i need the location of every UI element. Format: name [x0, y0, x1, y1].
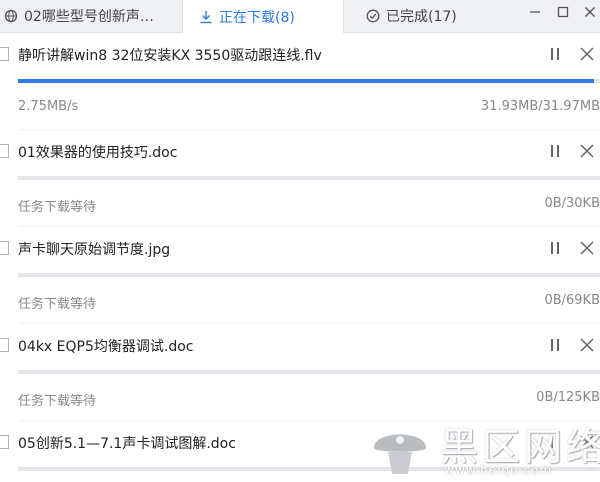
close-icon[interactable] — [578, 336, 596, 354]
minimize-button[interactable] — [522, 0, 548, 24]
progress-bar — [18, 79, 600, 83]
watermark-url: www.heiqu.com — [444, 463, 553, 477]
close-icon[interactable] — [578, 142, 596, 160]
file-icon — [0, 435, 9, 449]
file-name: 04kx EQP5均衡器调试.doc — [18, 339, 194, 355]
close-icon — [585, 7, 595, 17]
progress-bar — [18, 273, 600, 277]
file-icon — [0, 338, 9, 352]
progress-bar — [18, 176, 600, 180]
download-size: 0B/125KB — [536, 390, 600, 405]
download-status: 任务下载等待 — [18, 200, 97, 215]
download-status: 任务下载等待 — [18, 394, 97, 409]
file-name: 声卡聊天原始调节度.jpg — [18, 242, 171, 258]
tab-file-info[interactable]: 02哪些型号创新声… — [0, 0, 183, 32]
download-size: 0B/30KB — [544, 196, 600, 211]
file-name: 01效果器的使用技巧.doc — [18, 145, 178, 161]
pause-button[interactable] — [548, 46, 562, 62]
watermark: 黑区网络 www.heiqu.com — [368, 416, 600, 482]
close-icon[interactable] — [578, 45, 596, 63]
tab-label: 已完成(17) — [386, 9, 457, 25]
progress-bar — [18, 370, 600, 374]
mushroom-logo-icon — [374, 434, 426, 474]
tab-label: 02哪些型号创新声… — [24, 9, 154, 25]
download-icon — [200, 10, 212, 23]
file-name: 静听讲解win8 32位安装KX 3550驱动跟连线.flv — [18, 48, 322, 64]
tab-downloading[interactable]: 正在下载(8) — [183, 0, 343, 33]
download-speed: 2.75MB/s — [18, 99, 79, 114]
image-file-icon — [0, 241, 9, 255]
progress-fill — [18, 79, 595, 83]
download-item[interactable]: 04kx EQP5均衡器调试.doc 任务下载等待 0B/125KB — [0, 324, 600, 421]
download-size: 0B/69KB — [544, 293, 600, 308]
tab-label: 正在下载(8) — [219, 9, 295, 26]
close-icon[interactable] — [578, 239, 596, 257]
file-icon — [0, 47, 9, 61]
download-status: 任务下载等待 — [18, 297, 97, 312]
download-item[interactable]: 静听讲解win8 32位安装KX 3550驱动跟连线.flv 2.75MB/s … — [0, 33, 600, 130]
tab-bar: 02哪些型号创新声… 正在下载(8) 已完成(17) — [0, 0, 600, 33]
tab-completed[interactable]: 已完成(17) — [343, 0, 508, 32]
check-circle-icon — [366, 9, 380, 23]
download-item[interactable]: 声卡聊天原始调节度.jpg 任务下载等待 0B/69KB — [0, 227, 600, 324]
maximize-button[interactable] — [550, 0, 576, 24]
close-window-button[interactable] — [577, 0, 600, 24]
pause-button[interactable] — [548, 143, 562, 159]
download-size: 31.93MB/31.97MB — [480, 99, 600, 114]
maximize-icon — [557, 6, 569, 18]
download-item[interactable]: 01效果器的使用技巧.doc 任务下载等待 0B/30KB — [0, 130, 600, 227]
file-icon — [0, 144, 9, 158]
file-name: 05创新5.1—7.1声卡调试图解.doc — [18, 436, 236, 452]
minimize-icon — [530, 11, 540, 13]
pause-button[interactable] — [548, 240, 562, 256]
pause-button[interactable] — [548, 337, 562, 353]
globe-icon — [4, 9, 18, 23]
